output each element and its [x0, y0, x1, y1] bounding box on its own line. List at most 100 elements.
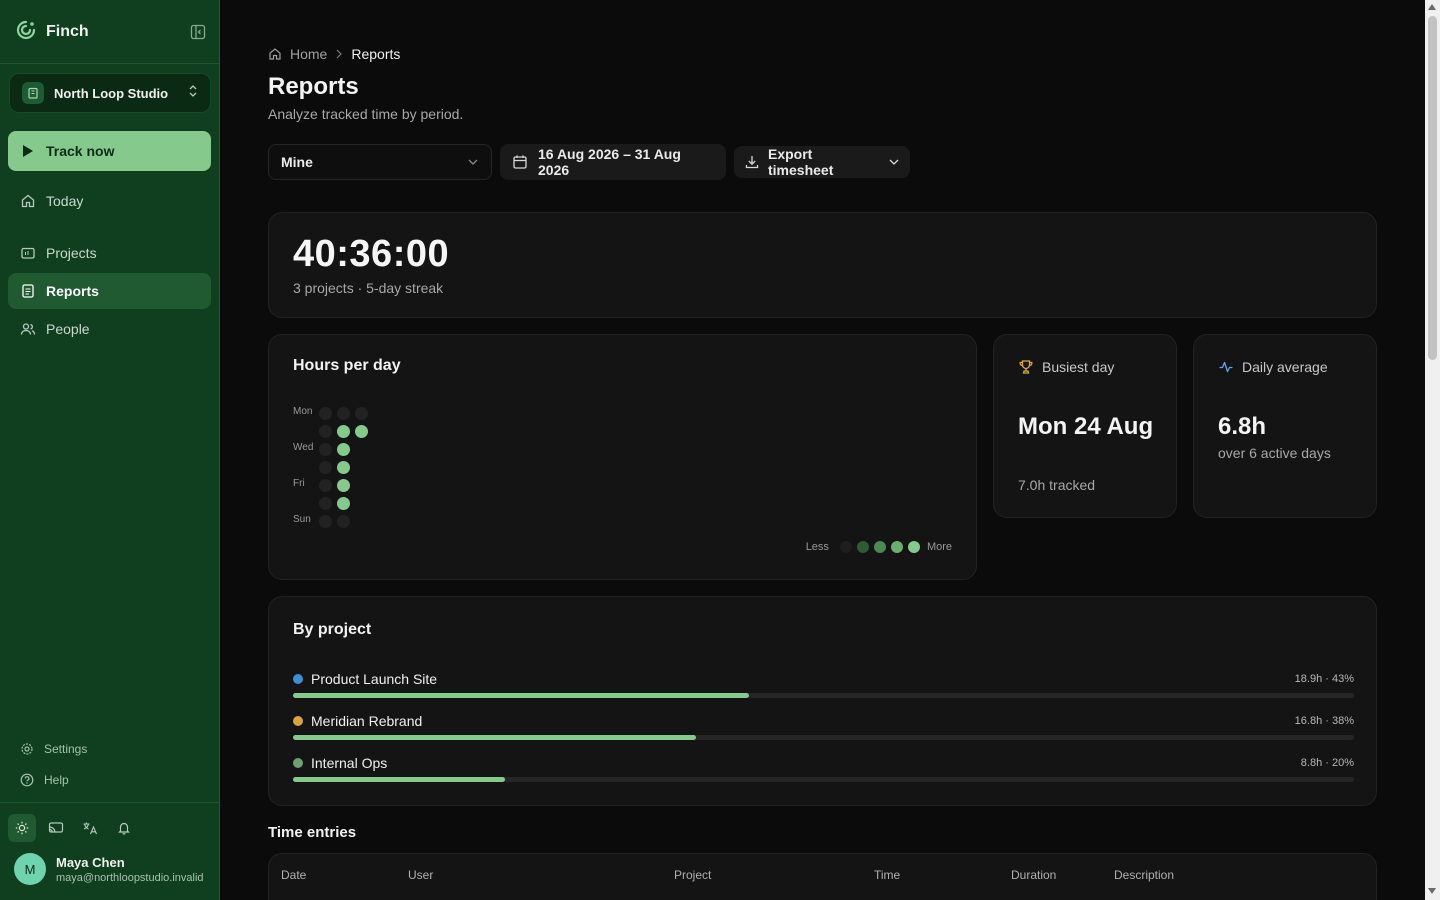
building-icon — [22, 82, 44, 104]
avatar: M — [14, 853, 46, 885]
heatmap-legend: Less More — [806, 541, 952, 553]
breadcrumb: Home Reports — [268, 46, 400, 62]
track-now-label: Track now — [46, 143, 115, 159]
play-icon — [22, 144, 34, 158]
daily-average-sub: over 6 active days — [1218, 445, 1331, 461]
heatmap-day-label: Mon — [293, 406, 313, 417]
column-header-duration[interactable]: Duration — [1011, 868, 1056, 882]
notifications-button[interactable] — [110, 814, 138, 842]
sidebar-item-today[interactable]: Today — [8, 183, 211, 219]
project-row[interactable]: Meridian Rebrand 16.8h · 38% — [293, 713, 1354, 743]
cast-icon — [48, 821, 64, 835]
sidebar-item-projects[interactable]: Projects — [8, 235, 211, 271]
busiest-day-label: Busiest day — [1042, 359, 1115, 375]
project-progress-fill — [293, 777, 506, 782]
scroll-up-arrow[interactable] — [1428, 4, 1436, 10]
heatmap-cell[interactable] — [337, 443, 350, 456]
chevron-updown-icon — [188, 84, 198, 103]
heatmap-cell[interactable] — [337, 425, 350, 438]
activity-icon — [1218, 359, 1234, 375]
sidebar-item-settings[interactable]: Settings — [20, 742, 87, 756]
heatmap-cell[interactable] — [319, 443, 332, 456]
sidebar-divider — [0, 802, 219, 803]
scope-select[interactable]: Mine — [268, 144, 492, 180]
translate-icon — [82, 821, 98, 835]
heatmap-cell[interactable] — [319, 497, 332, 510]
total-time-meta: 3 projects · 5-day streak — [293, 280, 444, 296]
daily-average-value: 6.8h — [1218, 413, 1267, 440]
language-button[interactable] — [76, 814, 104, 842]
track-now-button[interactable]: Track now — [8, 131, 211, 171]
main-content: Home Reports Reports Analyze tracked tim… — [220, 0, 1425, 900]
busiest-day-header: Busiest day — [1018, 359, 1114, 375]
help-icon — [20, 773, 34, 787]
project-color-dot — [293, 674, 303, 684]
heatmap-cell[interactable] — [319, 461, 332, 474]
cast-button[interactable] — [42, 814, 70, 842]
project-row[interactable]: Internal Ops 8.8h · 20% — [293, 755, 1354, 785]
sidebar-item-reports[interactable]: Reports — [8, 273, 211, 309]
calendar-icon — [512, 154, 528, 170]
heatmap-cell[interactable] — [319, 407, 332, 420]
breadcrumb-home[interactable]: Home — [290, 46, 327, 62]
heatmap-cell[interactable] — [319, 425, 332, 438]
heatmap-cell[interactable] — [319, 479, 332, 492]
sun-icon — [15, 821, 29, 835]
sidebar-item-help[interactable]: Help — [20, 773, 69, 787]
heatmap-cell[interactable] — [337, 515, 350, 528]
home-icon — [20, 193, 36, 209]
help-label: Help — [44, 773, 69, 787]
page-scrollbar[interactable] — [1425, 0, 1440, 900]
user-profile[interactable]: M Maya Chen maya@northloopstudio.invalid — [14, 853, 204, 885]
heatmap-day-label: Sun — [293, 514, 311, 525]
user-email: maya@northloopstudio.invalid — [56, 871, 204, 884]
by-project-card: By project Product Launch Site 18.9h · 4… — [268, 596, 1377, 806]
user-name: Maya Chen — [56, 854, 125, 870]
daily-average-header: Daily average — [1218, 359, 1328, 375]
heatmap-cell[interactable] — [355, 425, 368, 438]
project-row[interactable]: Product Launch Site 18.9h · 43% — [293, 671, 1354, 701]
scroll-down-arrow[interactable] — [1428, 888, 1436, 894]
legend-level-1 — [856, 541, 869, 553]
column-header-project[interactable]: Project — [674, 868, 711, 882]
sidebar-item-people[interactable]: People — [8, 311, 211, 347]
heatmap-cell[interactable] — [337, 497, 350, 510]
by-project-title: By project — [293, 621, 372, 638]
column-header-user[interactable]: User — [408, 868, 433, 882]
date-range-button[interactable]: 16 Aug 2026 – 31 Aug 2026 — [500, 144, 726, 180]
heatmap-cell[interactable] — [337, 479, 350, 492]
chevron-down-icon — [467, 158, 479, 166]
download-icon — [744, 154, 760, 170]
trophy-icon — [1018, 359, 1034, 375]
column-header-date[interactable]: Date — [281, 868, 306, 882]
scrollbar-thumb[interactable] — [1428, 16, 1437, 360]
breadcrumb-current: Reports — [351, 46, 401, 62]
column-header-time[interactable]: Time — [874, 868, 900, 882]
project-stat: 18.9h · 43% — [1294, 673, 1354, 685]
chevron-down-icon — [888, 158, 900, 166]
heatmap-cell[interactable] — [319, 515, 332, 528]
heatmap-cell[interactable] — [337, 407, 350, 420]
date-range-label: 16 Aug 2026 – 31 Aug 2026 — [538, 146, 681, 178]
project-stat: 8.8h · 20% — [1300, 757, 1354, 769]
export-timesheet-button[interactable]: Export timesheet — [734, 146, 910, 178]
collapse-sidebar-icon[interactable] — [190, 24, 208, 40]
legend-more-label: More — [926, 541, 952, 553]
heatmap-cell[interactable] — [337, 461, 350, 474]
home-icon — [268, 47, 282, 61]
theme-toggle-button[interactable] — [8, 814, 36, 842]
column-header-description[interactable]: Description — [1114, 868, 1174, 882]
workspace-switcher[interactable]: North Loop Studio — [9, 73, 211, 113]
project-color-dot — [293, 716, 303, 726]
project-name: Product Launch Site — [311, 671, 438, 687]
heatmap-cell[interactable] — [355, 407, 368, 420]
project-progress-fill — [293, 735, 697, 740]
project-name: Meridian Rebrand — [311, 713, 423, 729]
brand[interactable]: Finch — [16, 20, 89, 44]
busiest-day-sub: 7.0h tracked — [1018, 477, 1096, 493]
sidebar-divider — [0, 63, 219, 64]
sidebar-toolbar — [8, 814, 138, 842]
project-progress-track — [293, 693, 1354, 698]
project-progress-fill — [293, 693, 750, 698]
app-name: Finch — [46, 23, 89, 40]
